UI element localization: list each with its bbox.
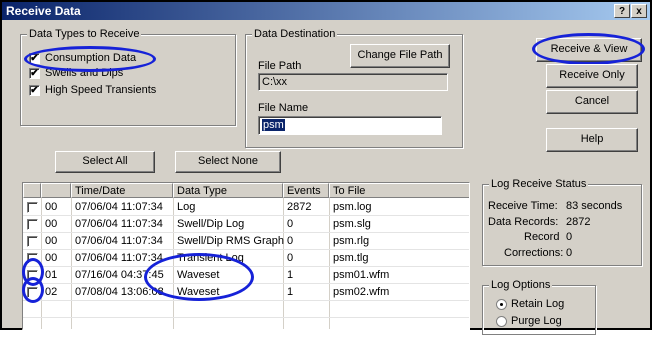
data-table: Time/Date Data Type Events To File 00 07/…	[22, 182, 470, 330]
row-events: 2872	[287, 201, 312, 213]
row-time: 07/08/04 13:06:08	[75, 286, 164, 298]
row-id: 00	[45, 201, 58, 213]
row-time: 07/06/04 11:07:34	[75, 235, 163, 247]
row-events: 0	[287, 252, 294, 264]
row-id: 00	[45, 252, 58, 264]
row-type: Waveset	[177, 269, 220, 281]
row-type: Log	[177, 201, 196, 213]
table-header-check	[23, 183, 41, 198]
corrections-value: 0	[566, 247, 573, 259]
record-label: Record	[524, 231, 560, 243]
row-file: psm.log	[333, 201, 372, 213]
table-header-time[interactable]: Time/Date	[71, 183, 173, 198]
row-type: Swell/Dip Log	[177, 218, 245, 230]
row-id: 00	[45, 218, 58, 230]
row-events: 1	[287, 286, 294, 298]
table-header-events[interactable]: Events	[283, 183, 329, 198]
data-records-value: 2872	[566, 216, 591, 228]
consumption-data-label: Consumption Data	[45, 52, 137, 64]
row-checkbox[interactable]	[27, 202, 38, 213]
record-value: 0	[566, 231, 573, 243]
receive-data-dialog: Receive Data ? x Data Types to Receive ✔…	[0, 0, 652, 335]
data-destination-label: Data Destination	[252, 28, 338, 40]
row-events: 1	[287, 269, 294, 281]
row-events: 0	[287, 218, 294, 230]
high-speed-transients-checkbox[interactable]: ✔	[29, 85, 40, 96]
high-speed-transients-label: High Speed Transients	[45, 84, 157, 96]
receive-only-button[interactable]: Receive Only	[546, 64, 638, 88]
row-file: psm02.wfm	[333, 286, 390, 298]
file-name-label: File Name	[258, 102, 309, 114]
row-type: Swell/Dip RMS Graph	[177, 235, 284, 247]
row-file: psm01.wfm	[333, 269, 390, 281]
receive-view-button[interactable]: Receive & View	[536, 38, 642, 62]
row-time: 07/06/04 11:07:34	[75, 201, 163, 213]
close-icon[interactable]: x	[631, 4, 647, 18]
table-header-type[interactable]: Data Type	[173, 183, 283, 198]
log-receive-status-label: Log Receive Status	[489, 178, 589, 190]
row-id: 00	[45, 235, 58, 247]
table-header-id	[41, 183, 71, 198]
row-file: psm.slg	[333, 218, 371, 230]
row-checkbox[interactable]	[27, 219, 38, 230]
row-time: 07/06/04 11:07:34	[75, 252, 163, 264]
row-events: 0	[287, 235, 294, 247]
row-checkbox[interactable]	[27, 270, 38, 281]
swells-dips-checkbox[interactable]: ✔	[29, 68, 40, 79]
row-checkbox[interactable]	[27, 236, 38, 247]
data-types-label: Data Types to Receive	[27, 28, 142, 40]
row-id: 01	[45, 269, 58, 281]
cancel-button[interactable]: Cancel	[546, 90, 638, 114]
row-type: Waveset	[177, 286, 220, 298]
row-type: Transient Log	[177, 252, 244, 264]
data-records-label: Data Records:	[488, 216, 559, 228]
retain-log-label: Retain Log	[511, 298, 565, 310]
purge-log-radio[interactable]	[496, 316, 507, 327]
row-id: 02	[45, 286, 58, 298]
purge-log-label: Purge Log	[511, 315, 562, 327]
change-file-path-button[interactable]: Change File Path	[350, 44, 450, 68]
log-options-group: Log Options	[482, 279, 596, 335]
swells-dips-label: Swells and Dips	[45, 67, 124, 79]
row-time: 07/06/04 11:07:34	[75, 218, 163, 230]
file-path-field: C:\xx	[258, 73, 448, 91]
consumption-data-checkbox[interactable]: ✔	[29, 53, 40, 64]
receive-time-value: 83 seconds	[566, 200, 623, 212]
select-none-button[interactable]: Select None	[175, 151, 281, 173]
row-file: psm.rlg	[333, 235, 370, 247]
file-path-label: File Path	[258, 60, 302, 72]
receive-time-label: Receive Time:	[488, 200, 558, 212]
row-checkbox[interactable]	[27, 253, 38, 264]
file-name-input[interactable]: psm	[258, 116, 442, 135]
log-options-label: Log Options	[489, 279, 553, 291]
window-title: Receive Data	[6, 4, 81, 18]
row-checkbox[interactable]	[27, 287, 38, 298]
select-all-button[interactable]: Select All	[55, 151, 155, 173]
row-file: psm.tlg	[333, 252, 369, 264]
title-bar: Receive Data ? x	[2, 2, 650, 20]
row-time: 07/16/04 04:37:45	[75, 269, 164, 281]
help-button[interactable]: Help	[546, 128, 638, 152]
data-types-group: Data Types to Receive	[20, 28, 236, 126]
corrections-label: Corrections:	[504, 247, 564, 259]
table-header-file[interactable]: To File	[329, 183, 469, 198]
help-title-button[interactable]: ?	[614, 4, 630, 18]
file-name-value: psm	[262, 119, 285, 131]
retain-log-radio[interactable]	[496, 299, 507, 310]
